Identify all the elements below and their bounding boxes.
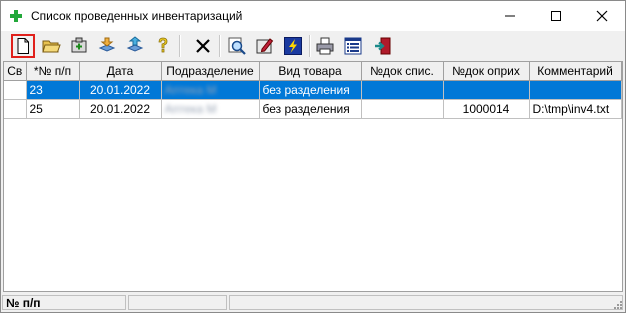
cell-date[interactable]: 20.01.2022 — [79, 80, 162, 100]
print-button[interactable] — [313, 34, 337, 58]
cell-dept-text: Аптека М — [164, 83, 217, 97]
cell-comment[interactable] — [529, 80, 622, 100]
cell-dept[interactable]: Аптека М — [161, 99, 260, 119]
col-header-comment[interactable]: Комментарий — [529, 62, 622, 81]
cell-dept-text: Аптека М — [164, 102, 217, 116]
table-row[interactable]: 25 20.01.2022 Аптека М без разделения 10… — [4, 99, 622, 119]
exit-button[interactable] — [371, 34, 395, 58]
col-header-num[interactable]: *№ п/п — [26, 62, 80, 81]
col-header-writeoff[interactable]: №док спис. — [361, 62, 444, 81]
minimize-icon — [505, 15, 515, 17]
main-window: Список проведенных инвентаризаций Св *№ … — [0, 0, 626, 313]
resize-grip-icon[interactable] — [613, 300, 623, 310]
export-icon — [126, 36, 144, 52]
cell-num[interactable]: 25 — [26, 99, 80, 119]
list-button[interactable] — [341, 34, 365, 58]
exit-door-icon — [375, 37, 391, 55]
close-icon — [596, 10, 608, 22]
cell-receipt[interactable]: 1000014 — [443, 99, 530, 119]
question-icon — [158, 37, 168, 53]
grid-header-row: Св *№ п/п Дата Подразделение Вид товара … — [4, 62, 622, 81]
export-button[interactable] — [123, 34, 147, 58]
cell-comment[interactable]: D:\tmp\inv4.txt — [529, 99, 622, 119]
list-icon — [344, 37, 362, 55]
add-box-icon — [71, 37, 87, 53]
edit-icon — [256, 38, 274, 54]
edit-button[interactable] — [253, 34, 277, 58]
col-header-dept[interactable]: Подразделение — [161, 62, 260, 81]
toolbar — [1, 31, 625, 61]
minimize-button[interactable] — [487, 1, 533, 31]
magnifier-icon — [228, 37, 246, 55]
cell-num[interactable]: 23 — [26, 80, 80, 100]
cell-goods[interactable]: без разделения — [259, 80, 362, 100]
table-row[interactable]: 23 20.01.2022 Аптека М без разделения — [4, 80, 622, 100]
delete-x-icon — [196, 39, 210, 53]
blank-page-icon — [17, 38, 29, 54]
delete-button[interactable] — [191, 34, 215, 58]
cell-sv[interactable] — [4, 99, 27, 119]
search-button[interactable] — [225, 34, 249, 58]
col-header-sv[interactable]: Св — [4, 62, 27, 81]
cell-goods[interactable]: без разделения — [259, 99, 362, 119]
lightning-icon — [284, 37, 302, 55]
status-panel-2 — [128, 295, 227, 310]
col-header-date[interactable]: Дата — [79, 62, 162, 81]
run-button[interactable] — [281, 34, 305, 58]
cell-writeoff[interactable] — [361, 80, 444, 100]
open-button[interactable] — [39, 34, 63, 58]
cell-date[interactable]: 20.01.2022 — [79, 99, 162, 119]
cell-writeoff[interactable] — [361, 99, 444, 119]
import-button[interactable] — [95, 34, 119, 58]
status-bar: № п/п — [1, 294, 625, 312]
cell-dept[interactable]: Аптека М — [161, 80, 260, 100]
open-folder-icon — [42, 40, 61, 53]
window-title: Список проведенных инвентаризаций — [31, 9, 243, 23]
cell-sv[interactable] — [4, 80, 27, 100]
col-header-receipt[interactable]: №док оприх — [443, 62, 530, 81]
help-button[interactable] — [151, 34, 175, 58]
title-bar[interactable]: Список проведенных инвентаризаций — [1, 1, 625, 31]
close-button[interactable] — [579, 1, 625, 31]
col-header-goods[interactable]: Вид товара — [259, 62, 362, 81]
inventory-table: Св *№ п/п Дата Подразделение Вид товара … — [4, 62, 622, 119]
add-button[interactable] — [67, 34, 91, 58]
cell-receipt[interactable] — [443, 80, 530, 100]
maximize-icon — [551, 10, 561, 21]
maximize-button[interactable] — [533, 1, 579, 31]
green-cross-icon — [10, 10, 22, 22]
inventory-grid[interactable]: Св *№ п/п Дата Подразделение Вид товара … — [3, 61, 623, 292]
new-document-button[interactable] — [11, 34, 35, 58]
status-panel-3 — [229, 295, 623, 310]
printer-icon — [316, 37, 334, 55]
import-icon — [98, 37, 116, 52]
status-panel-field: № п/п — [2, 295, 126, 310]
